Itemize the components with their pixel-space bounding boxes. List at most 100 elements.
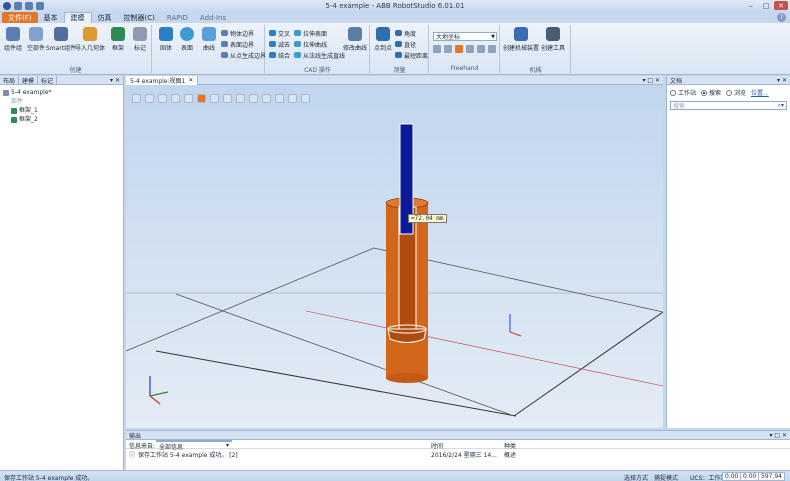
radio-search[interactable]: 搜索 [701, 88, 721, 97]
union-button[interactable]: 结合 [269, 51, 290, 60]
diameter-button[interactable]: 直径 [395, 40, 416, 49]
minimize-button[interactable]: – [744, 1, 758, 10]
reference-frame-select[interactable]: 大地坐标 ▼ [433, 32, 497, 41]
tab-modeling-browser[interactable]: 建模 [19, 75, 39, 85]
viewport-controls[interactable]: ▾ □ ✕ [642, 77, 663, 84]
view-icon[interactable] [132, 94, 141, 103]
group-modeling: 固体 表面 曲线 物体边界 表面边界 从点生成边界 [153, 25, 266, 73]
measure-icon[interactable] [301, 94, 310, 103]
close-icon[interactable]: ▾ ✕ [107, 77, 123, 84]
view-icon[interactable] [145, 94, 154, 103]
tree-item[interactable]: 框架_2 [3, 115, 120, 124]
viewport-tab[interactable]: 5-4 example:视图1 ✕ [126, 75, 199, 85]
jog-joint-icon[interactable] [455, 45, 463, 53]
body-border-button[interactable]: 物体边界 [221, 29, 254, 38]
tag-button[interactable]: 标记 [129, 27, 151, 52]
close-icon[interactable]: ▾ □ ✕ [769, 432, 790, 439]
select-icon[interactable] [184, 94, 193, 103]
output-row[interactable]: ⓘ 保存工作站 5-4 example 成功。 [2] 2016/2/24 星期… [126, 449, 790, 459]
move-icon[interactable] [433, 45, 441, 53]
title-bar: 5-4 example - ABB RobotStudio 6.01.01 – … [0, 0, 790, 12]
extrude-curve-button[interactable]: 拉伸曲线 [294, 40, 327, 49]
jog-reorient-icon[interactable] [477, 45, 485, 53]
component-group-button[interactable]: 组件组 [2, 27, 24, 52]
close-button[interactable]: ✕ [774, 1, 788, 10]
documents-search-input[interactable]: 搜索 ⌕▾ [670, 101, 787, 110]
shortest-distance-button[interactable]: 最短距离 [395, 51, 428, 60]
jog-linear-icon[interactable] [466, 45, 474, 53]
rotate-icon[interactable] [444, 45, 452, 53]
base-x-axis [509, 331, 522, 337]
radio-station[interactable]: 工作站 [670, 88, 696, 97]
close-icon[interactable]: ✕ [188, 77, 193, 84]
snap-icon[interactable] [262, 94, 271, 103]
status-bar: 保存工作站 5-4 example 成功。 选择方式 捕捉模式 UCS：工作站 … [0, 470, 790, 481]
snap-icon[interactable] [236, 94, 245, 103]
tab-rapid[interactable]: RAPID [161, 12, 194, 23]
solid-button[interactable]: 固体 [155, 27, 177, 52]
smart-component-button[interactable]: Smart组件 [46, 27, 76, 52]
line-from-normal-button[interactable]: 从法线生成直线 [294, 51, 345, 60]
tab-addins[interactable]: Add-Ins [194, 12, 232, 23]
radio-browse[interactable]: 浏览 [726, 88, 746, 97]
border-from-points-button[interactable]: 从点生成边界 [221, 51, 266, 60]
tab-file[interactable]: 文件(F) [2, 12, 38, 23]
measure-icon[interactable] [288, 94, 297, 103]
maximize-button[interactable]: □ [759, 1, 773, 10]
tab-layout[interactable]: 布局 [0, 75, 20, 85]
multi-robot-jog-icon[interactable] [488, 45, 496, 53]
tab-home[interactable]: 基本 [38, 12, 64, 23]
modify-curve-button[interactable]: 修改曲线 [343, 27, 367, 52]
surface-button[interactable]: 表面 [176, 27, 198, 52]
tab-controller[interactable]: 控制器(C) [118, 12, 161, 23]
selection-mode[interactable]: 选择方式 [624, 473, 648, 481]
tab-simulation[interactable]: 仿真 [92, 12, 118, 23]
component-group-icon [6, 27, 20, 41]
window-controls: – □ ✕ [744, 1, 788, 10]
point-to-point-button[interactable]: 点到点 [372, 27, 394, 52]
3d-viewport[interactable]: =72.04 mm [126, 86, 663, 428]
line-from-normal-icon [294, 52, 301, 58]
output-filter-select[interactable]: 全部信息 ▾ [156, 440, 232, 451]
tab-modeling[interactable]: 建模 [63, 12, 92, 23]
tree-group-parts[interactable]: 部件 [3, 97, 120, 106]
measure-icon[interactable] [275, 94, 284, 103]
modify-curve-icon [348, 27, 362, 41]
create-mechanism-button[interactable]: 创建机械装置 [503, 27, 539, 52]
select-icon[interactable] [171, 94, 180, 103]
redo-icon[interactable] [36, 2, 44, 10]
ribbon: 组件组 空部件 Smart组件 导入几何体 框架 标记 创建 固体 表面 曲线 … [0, 23, 790, 75]
surface-border-button[interactable]: 表面边界 [221, 40, 254, 49]
snap-icon[interactable] [249, 94, 258, 103]
extrude-curve-icon [294, 41, 301, 47]
snap-icon[interactable] [210, 94, 219, 103]
tree-item[interactable]: 框架_1 [3, 106, 120, 115]
grid-line [126, 247, 375, 352]
frame-button[interactable]: 框架 [107, 27, 129, 52]
curve-button[interactable]: 曲线 [198, 27, 220, 52]
snap-icon[interactable] [223, 94, 232, 103]
intersect-button[interactable]: 交叉 [269, 29, 290, 38]
snap-icon[interactable] [197, 94, 206, 103]
app-logo-icon[interactable] [3, 2, 11, 10]
location-link[interactable]: 位置... [751, 88, 769, 97]
subtract-button[interactable]: 减去 [269, 40, 290, 49]
tab-tags[interactable]: 标记 [38, 75, 58, 85]
smart-component-icon [54, 27, 68, 41]
output-header: 输出 ▾ □ ✕ [126, 431, 790, 440]
help-icon[interactable]: ? [777, 13, 786, 22]
import-geometry-button[interactable]: 导入几何体 [75, 27, 105, 52]
coord-y: 0.00 [740, 472, 760, 481]
coord-x: 0.00 [722, 472, 742, 481]
save-icon[interactable] [14, 2, 22, 10]
select-icon[interactable] [158, 94, 167, 103]
undo-icon[interactable] [25, 2, 33, 10]
extrude-surface-button[interactable]: 拉伸表面 [294, 29, 327, 38]
empty-part-button[interactable]: 空部件 [25, 27, 47, 52]
angle-button[interactable]: 角度 [395, 29, 416, 38]
search-icon[interactable]: ⌕▾ [778, 102, 784, 110]
tree-root[interactable]: 5-4 example* [3, 88, 120, 97]
create-tool-button[interactable]: 创建工具 [541, 27, 565, 52]
capture-mode[interactable]: 捕捉模式 [654, 473, 678, 481]
close-icon[interactable]: ▾ ✕ [777, 77, 790, 84]
